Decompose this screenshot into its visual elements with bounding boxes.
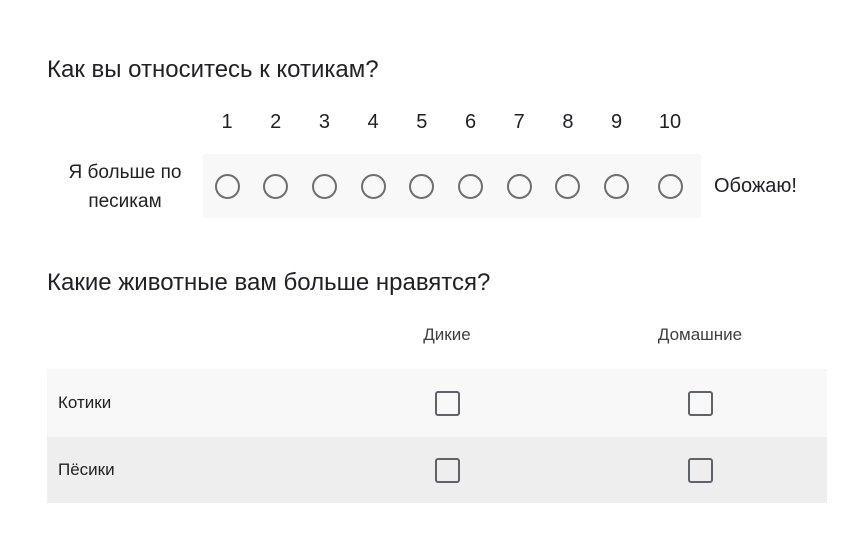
checkbox-dogs-domestic[interactable] [687,457,713,483]
scale-number-1: 1 [221,111,233,133]
grid-row-label: Котики [58,393,112,412]
scale-radio-1[interactable] [214,174,240,199]
scale-number-6: 6 [464,111,477,133]
scale-radio-9[interactable] [604,174,630,199]
question-title: Как вы относитесь к котикам? [47,56,379,83]
checkbox-cats-wild[interactable] [434,390,460,416]
scale-number-5: 5 [416,111,428,133]
grid-column-header-wild: Дикие [423,325,471,344]
checkbox-cats-domestic[interactable] [687,390,713,416]
grid-row-cats: Котики [47,369,827,437]
scale-number-8: 8 [562,111,574,133]
scale-max-label: Обожаю! [714,175,797,197]
scale-number-7: 7 [513,111,525,133]
question-title: Какие животные вам больше нравятся? [47,269,491,296]
checkbox-dogs-wild[interactable] [434,457,460,483]
scale-min-label: Я больше по песикам [68,162,182,212]
scale-number-10: 10 [658,111,682,133]
scale-number-9: 9 [611,111,623,133]
scale-radio-7[interactable] [506,174,532,199]
scale-numbers: 1 2 3 4 5 6 7 8 9 10 [0,110,866,134]
scale-radio-4[interactable] [360,174,386,199]
scale-number-3: 3 [318,111,330,133]
grid-row-dogs: Пёсики [47,437,827,503]
scale-number-4: 4 [367,111,379,133]
scale-radio-10[interactable] [657,174,683,199]
scale-number-2: 2 [270,111,282,133]
grid-column-header-domestic: Домашние [657,325,743,344]
scale-radio-6[interactable] [458,174,483,199]
scale-radio-3[interactable] [311,174,337,199]
grid-row-label: Пёсики [58,460,115,479]
